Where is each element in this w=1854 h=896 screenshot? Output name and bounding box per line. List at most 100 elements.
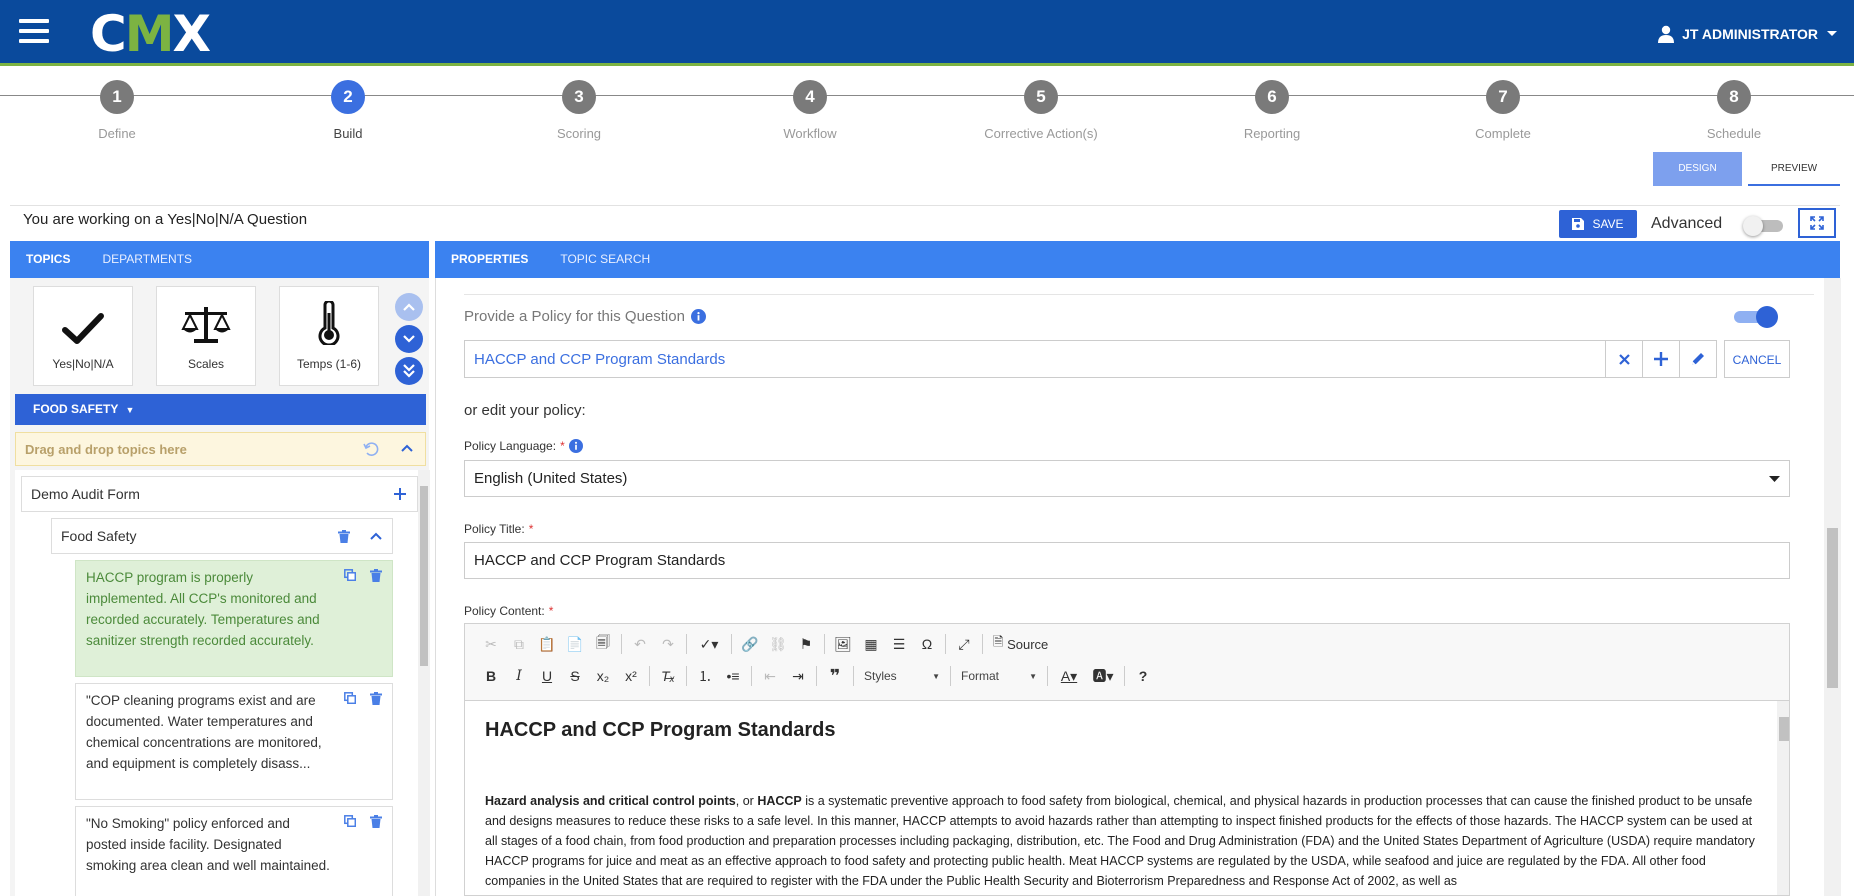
copy-icon[interactable]: ⧉ [505,631,533,657]
clear-policy-button[interactable] [1606,340,1643,378]
cut-icon[interactable]: ✂ [477,631,505,657]
step-scoring[interactable]: 3 Scoring [499,80,659,141]
question-item[interactable]: "COP cleaning programs exist and are doc… [75,683,393,800]
link-icon[interactable]: 🔗 [736,631,764,657]
tree-section-node[interactable]: Food Safety [51,518,393,554]
policy-selector[interactable]: HACCP and CCP Program Standards [464,340,1606,378]
properties-scrollbar[interactable] [1824,278,1841,896]
step-complete[interactable]: 7 Complete [1423,80,1583,141]
unlink-icon[interactable]: ⛓ [764,631,792,657]
blockquote-icon[interactable]: ❞ [821,663,849,689]
fullscreen-button[interactable] [1798,208,1836,238]
step-define[interactable]: 1 Define [37,80,197,141]
background-color-icon[interactable]: 🅰▾ [1086,663,1120,689]
advanced-toggle[interactable] [1741,216,1787,236]
tab-topic-search[interactable]: TOPIC SEARCH [544,241,666,278]
scrollbar-thumb[interactable] [420,486,428,666]
topic-dropzone[interactable]: Drag and drop topics here [15,432,426,466]
caret-down-icon: ▼ [125,405,135,415]
wizard-stepper: 1 Define 2 Build 3 Scoring 4 Workflow 5 … [0,66,1854,146]
user-menu[interactable]: JT ADMINISTRATOR [1658,22,1838,46]
redo-icon[interactable]: ↷ [654,631,682,657]
trash-icon[interactable] [370,692,382,705]
chevron-up-icon[interactable] [369,530,383,542]
scrollbar-thumb[interactable] [1827,528,1838,688]
policy-toggle[interactable] [1734,306,1780,328]
save-button[interactable]: SAVE [1559,210,1637,238]
step-corrective-actions[interactable]: 5 Corrective Action(s) [961,80,1121,141]
info-icon[interactable] [690,309,706,324]
step-build[interactable]: 2 Build [268,80,428,141]
copy-icon[interactable] [344,692,356,704]
image-icon[interactable]: 🖼 [829,631,857,657]
cancel-button[interactable]: CANCEL [1724,340,1790,378]
superscript-icon[interactable]: x² [617,663,645,689]
undo-icon[interactable]: ↶ [626,631,654,657]
question-item[interactable]: HACCP program is properly implemented. A… [75,560,393,677]
increase-indent-icon[interactable]: ⇥ [784,663,812,689]
bulleted-list-icon[interactable]: •≡ [719,663,747,689]
editor-content[interactable]: HACCP and CCP Program Standards Hazard a… [465,700,1789,895]
chevron-up-icon[interactable] [400,441,414,455]
horizontal-line-icon[interactable]: ☰ [885,631,913,657]
strikethrough-icon[interactable]: S [561,663,589,689]
decrease-indent-icon[interactable]: ⇤ [756,663,784,689]
underline-icon[interactable]: U [533,663,561,689]
tab-departments[interactable]: DEPARTMENTS [86,241,208,278]
paste-text-icon[interactable]: 📄 [561,631,589,657]
step-schedule[interactable]: 8 Schedule [1654,80,1814,141]
design-button[interactable]: DESIGN [1653,152,1742,186]
help-icon[interactable]: ? [1129,663,1157,689]
step-workflow[interactable]: 4 Workflow [730,80,890,141]
scroll-down-button[interactable] [395,325,423,353]
cmx-logo[interactable]: CMX [90,6,211,62]
styles-dropdown[interactable]: Styles ▼ [858,665,946,687]
editor-scrollbar[interactable] [1777,701,1789,895]
add-policy-button[interactable] [1643,340,1680,378]
numbered-list-icon[interactable]: ⒈ [691,663,719,689]
trash-icon[interactable] [370,569,382,582]
tree-scrollbar[interactable] [418,470,430,896]
policy-title-input[interactable]: HACCP and CCP Program Standards [464,542,1790,579]
question-type-scales[interactable]: Scales [156,286,256,386]
remove-format-icon[interactable]: T̶ₓ [654,663,682,689]
step-number: 5 [1024,80,1058,114]
question-type-yes-no-na[interactable]: Yes|No|N/A [33,286,133,386]
step-reporting[interactable]: 6 Reporting [1192,80,1352,141]
policy-language-select[interactable]: English (United States) [464,460,1790,497]
info-icon[interactable] [568,439,583,453]
question-type-temps[interactable]: Temps (1-6) [279,286,379,386]
scrollbar-thumb[interactable] [1779,717,1789,741]
scroll-up-button[interactable] [395,293,423,321]
question-item[interactable]: "No Smoking" policy enforced and posted … [75,806,393,896]
copy-icon[interactable] [344,815,356,827]
tab-topics[interactable]: TOPICS [10,241,86,278]
tree-form-node[interactable]: Demo Audit Form [21,476,418,512]
paste-icon[interactable]: 📋 [533,631,561,657]
policy-question-text: Provide a Policy for this Question [464,308,685,325]
special-character-icon[interactable]: Ω [913,631,941,657]
preview-button[interactable]: PREVIEW [1748,152,1840,186]
copy-icon[interactable] [344,569,356,581]
table-icon[interactable]: ▦ [857,631,885,657]
source-button[interactable]: 🗎 Source [987,631,1054,657]
subscript-icon[interactable]: x₂ [589,663,617,689]
spellcheck-icon[interactable]: ✓▾ [691,631,727,657]
undo-icon[interactable] [363,441,379,457]
bold-icon[interactable]: B [477,663,505,689]
trash-icon[interactable] [338,530,350,543]
text-color-icon[interactable]: A▾ [1052,663,1086,689]
format-dropdown[interactable]: Format ▼ [955,665,1043,687]
anchor-flag-icon[interactable]: ⚑ [792,631,820,657]
category-dropdown[interactable]: FOOD SAFETY ▼ [15,394,426,425]
plus-icon[interactable] [393,487,407,501]
scroll-bottom-button[interactable] [395,357,423,385]
hamburger-menu-icon[interactable] [19,19,49,45]
tab-properties[interactable]: PROPERTIES [435,241,544,278]
maximize-icon[interactable]: ⤢ [950,631,978,657]
italic-icon[interactable]: I [505,663,533,689]
paste-word-icon[interactable]: 🗐 [589,631,617,657]
trash-icon[interactable] [370,815,382,828]
source-label: Source [1007,636,1049,652]
edit-policy-button[interactable] [1680,340,1717,378]
